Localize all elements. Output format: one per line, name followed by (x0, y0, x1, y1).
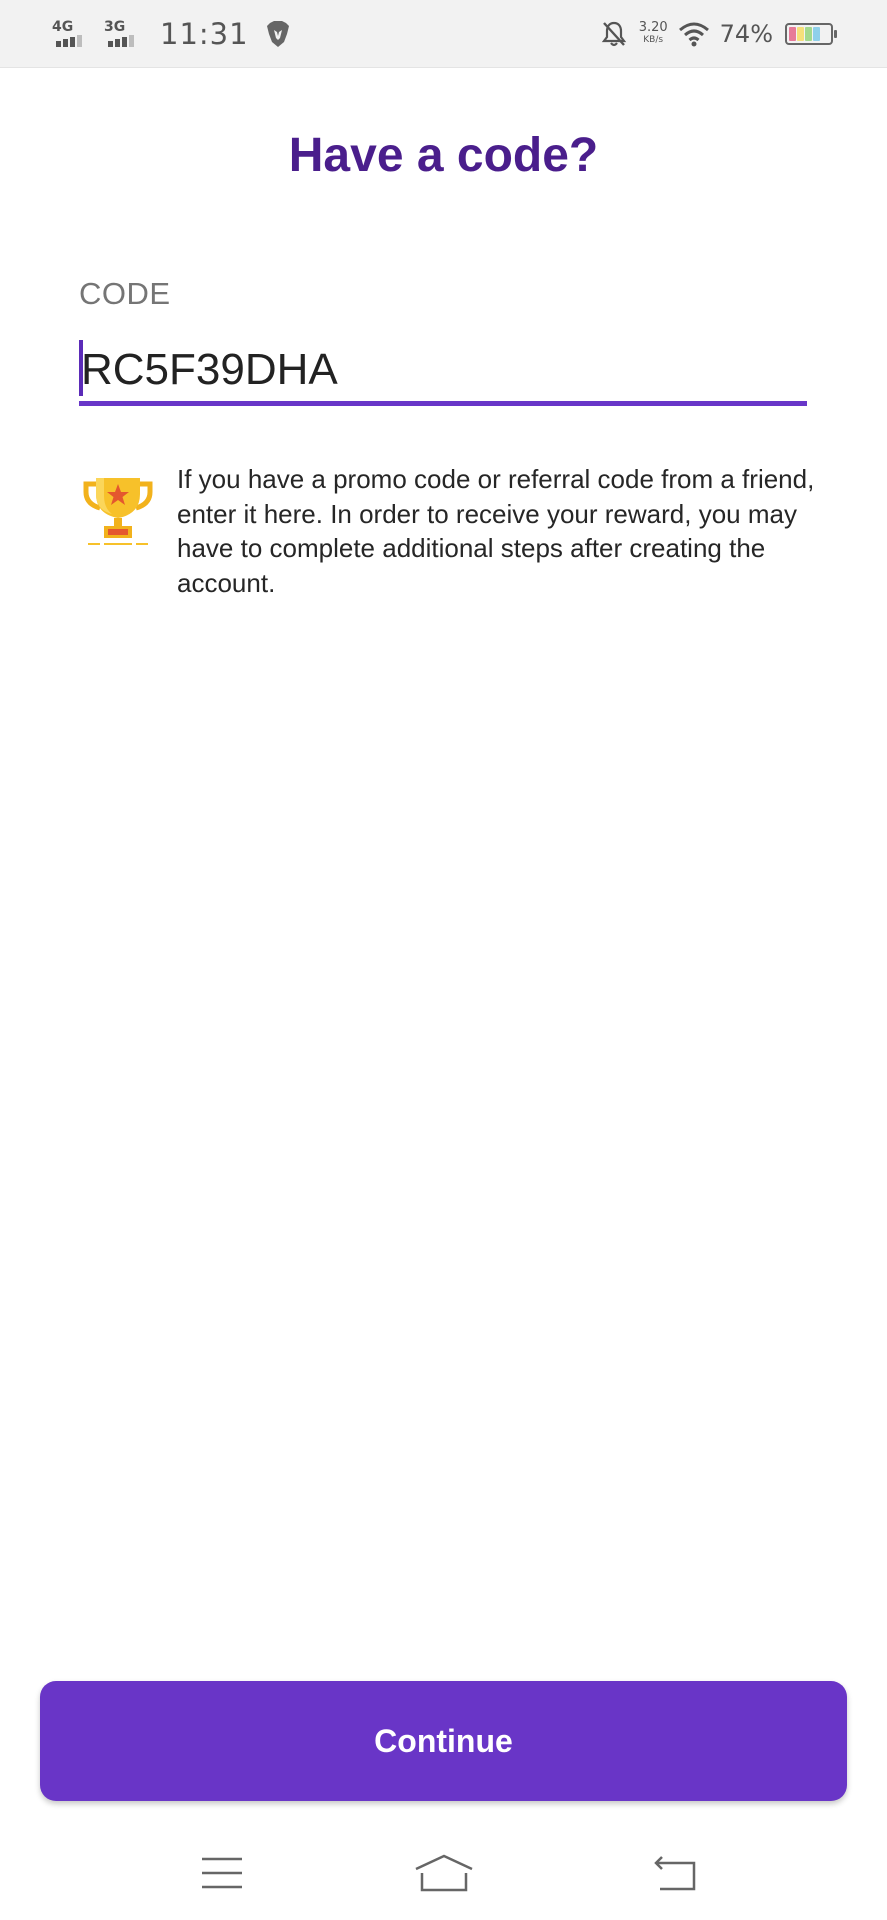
status-bar: 4G 3G 11:31 3.20 KB/s 74% (0, 0, 887, 68)
status-bar-right: 3.20 KB/s 74% (601, 14, 837, 54)
signal-4g-icon: 4G (52, 17, 96, 51)
network-speed-unit: KB/s (643, 35, 664, 45)
continue-button[interactable]: Continue (40, 1681, 847, 1801)
code-field-label: CODE (79, 276, 171, 311)
page-title: Have a code? (288, 129, 599, 182)
network-speed: 3.20 KB/s (638, 20, 668, 46)
code-input[interactable] (79, 338, 807, 406)
signal-3g-icon: 3G (104, 17, 148, 51)
wifi-icon (678, 22, 709, 47)
home-icon (415, 1854, 473, 1892)
menu-button[interactable] (187, 1848, 257, 1898)
battery-icon (785, 23, 837, 45)
status-time: 11:31 (160, 17, 249, 51)
promo-info-text: If you have a promo code or referral cod… (177, 464, 815, 598)
home-button[interactable] (409, 1848, 479, 1898)
network-type-label: 3G (104, 19, 126, 35)
back-button[interactable] (641, 1848, 711, 1898)
battery-percent: 74% (719, 20, 773, 48)
network-type-label: 4G (52, 19, 74, 35)
brave-lion-icon (266, 21, 289, 47)
screen: 4G 3G 11:31 3.20 KB/s 74% Have a code? C… (0, 0, 887, 1920)
notifications-off-icon (601, 21, 626, 47)
network-speed-value: 3.20 (638, 20, 668, 35)
status-bar-left: 4G 3G 11:31 (52, 14, 291, 54)
back-icon (654, 1856, 696, 1891)
trophy-icon (83, 478, 153, 545)
navigation-bar (0, 1820, 887, 1920)
text-cursor (79, 340, 83, 396)
menu-icon (202, 1857, 242, 1889)
